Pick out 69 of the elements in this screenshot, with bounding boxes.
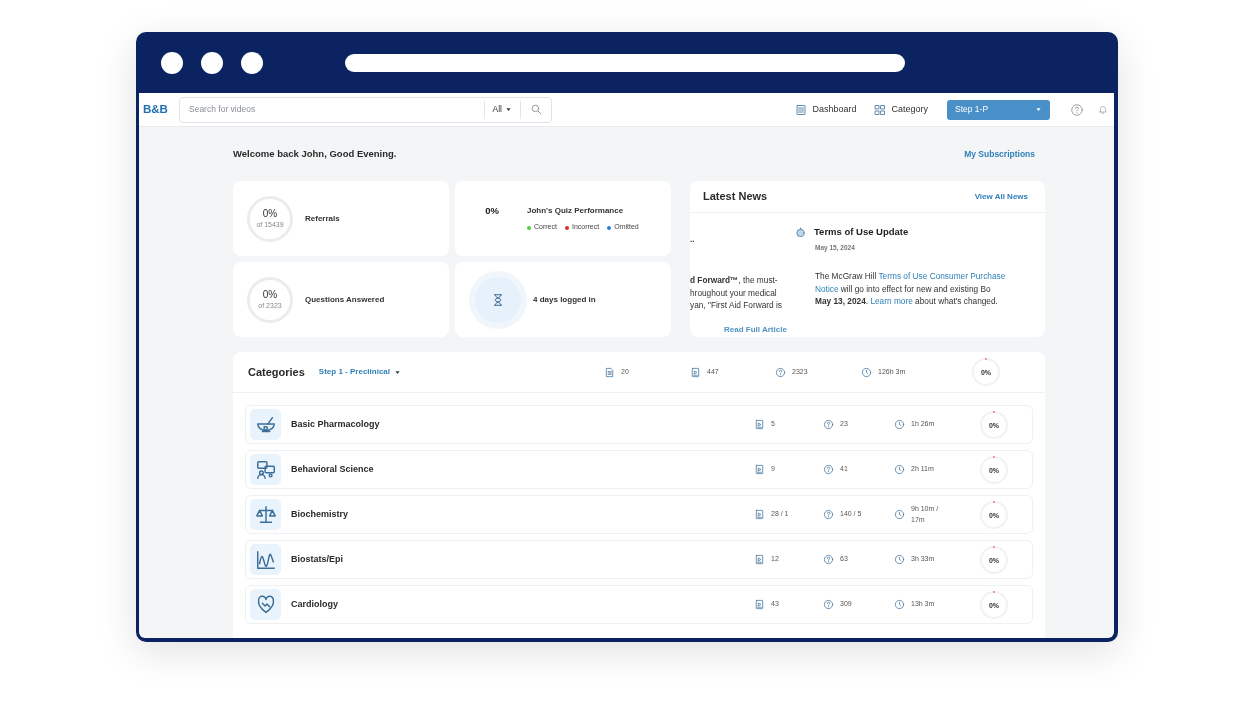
categories-title: Categories xyxy=(248,364,305,380)
hourglass-icon xyxy=(491,292,505,307)
clock-icon xyxy=(894,419,905,430)
window-dot xyxy=(161,51,183,74)
grid-icon xyxy=(874,103,887,116)
bell-icon xyxy=(1098,103,1108,116)
quiz-score: 0% xyxy=(484,204,500,219)
play-document-icon xyxy=(754,419,765,430)
stat-label: Referrals xyxy=(305,212,340,225)
progress-ring xyxy=(979,409,1009,440)
clock-icon xyxy=(894,554,905,565)
ring-value: 0% xyxy=(262,290,278,300)
question-icon xyxy=(823,509,834,520)
caret-icon xyxy=(505,106,512,113)
news-title: Latest News xyxy=(703,189,768,205)
search-icon xyxy=(529,103,543,116)
stat-label: Questions Answered xyxy=(305,293,385,306)
question-icon xyxy=(823,599,834,610)
window-dot xyxy=(201,51,223,74)
caret-icon xyxy=(1035,106,1042,113)
question-icon xyxy=(823,464,834,475)
news-link[interactable]: Learn more xyxy=(870,296,913,306)
clock-icon xyxy=(894,464,905,475)
progress-ring xyxy=(979,454,1009,485)
nav-link[interactable]: Category xyxy=(874,102,928,117)
news-text-line: Notice will go into effect for new and existing Bo xyxy=(815,282,992,295)
news-headline: .. xyxy=(690,233,695,246)
play-document-icon xyxy=(754,464,765,475)
category-name: Biochemistry xyxy=(291,507,349,521)
stat-label: 4 days logged in xyxy=(533,293,596,306)
stat-label: John's Quiz Performance xyxy=(527,205,624,218)
news-text-line: The McGraw Hill Terms of Use Consumer Purchase xyxy=(815,270,1006,283)
dashboard-icon xyxy=(795,103,808,116)
welcome-text: Welcome back John, Good Evening. xyxy=(233,146,397,161)
play-document-icon xyxy=(754,554,765,565)
play-document-icon xyxy=(690,366,701,378)
category-name: Basic Pharmacology xyxy=(291,417,380,431)
progress-ring xyxy=(979,589,1009,620)
question-icon xyxy=(775,366,786,378)
category-name: Biostats/Epi xyxy=(291,552,343,566)
step-filter-dropdown[interactable]: Step 1 - Preclinical xyxy=(318,366,401,378)
news-headline: Terms of Use Update xyxy=(814,225,909,239)
search-field[interactable]: Search for videos All xyxy=(179,96,552,123)
filter-dropdown[interactable]: All xyxy=(483,100,521,119)
clock-icon xyxy=(894,599,905,610)
subscriptions-link[interactable]: My Subscriptions xyxy=(964,147,1035,161)
document-icon xyxy=(604,366,615,378)
view-all-news-link[interactable]: View All News xyxy=(974,190,1028,203)
help-icon xyxy=(1070,102,1084,117)
progress-ring xyxy=(979,544,1009,575)
news-link[interactable]: Notice xyxy=(815,283,839,294)
nav-link[interactable]: Dashboard xyxy=(795,102,857,117)
clock-icon xyxy=(861,366,872,378)
badge-icon xyxy=(795,226,806,238)
progress-ring xyxy=(971,357,1001,387)
question-icon xyxy=(823,554,834,565)
clock-icon xyxy=(894,509,905,520)
question-icon xyxy=(823,419,834,430)
category-name: Behavioral Science xyxy=(291,462,374,476)
progress-ring xyxy=(979,499,1009,530)
news-link[interactable]: Terms of Use Consumer Purchase xyxy=(878,271,1006,281)
ring-value: 0% xyxy=(262,209,278,219)
news-text-line: May 13, 2024. Learn more about what's changed. xyxy=(815,295,999,308)
logo[interactable]: B&B xyxy=(143,100,179,119)
play-document-icon xyxy=(754,509,765,520)
caret-icon xyxy=(394,368,401,376)
category-name: Cardiology xyxy=(291,597,338,611)
play-document-icon xyxy=(754,599,765,610)
window-dot xyxy=(241,51,263,74)
